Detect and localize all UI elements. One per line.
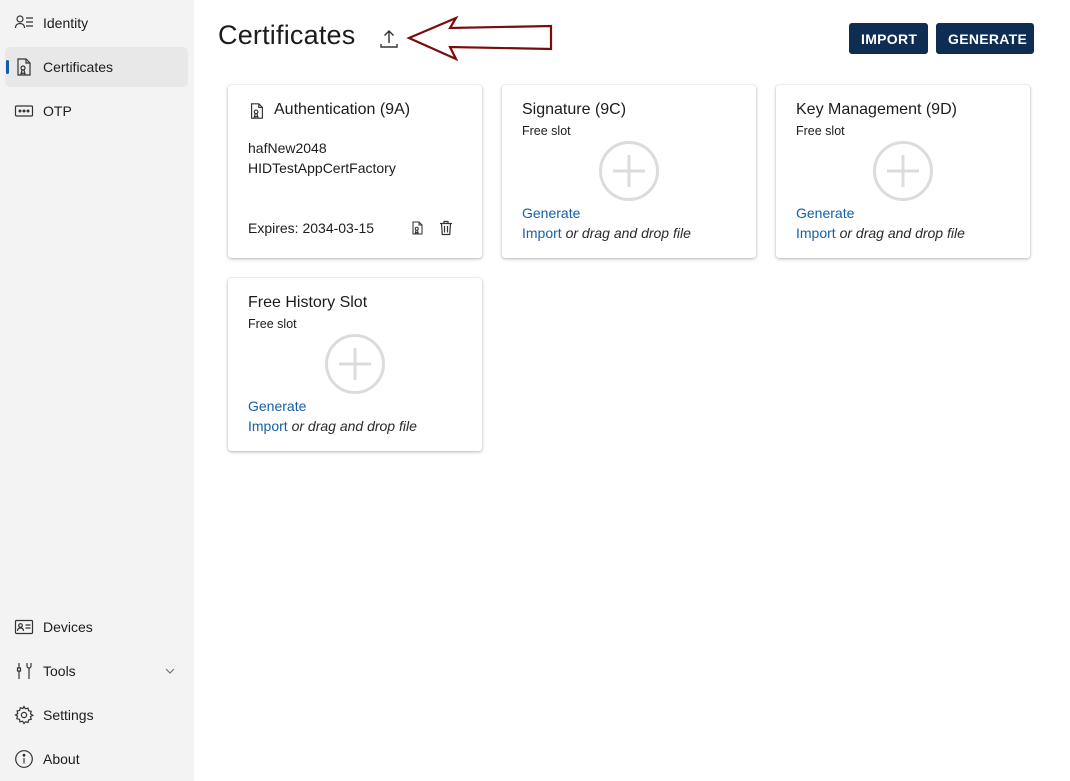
view-certificate-button[interactable]	[409, 219, 425, 237]
certificate-card-key-management[interactable]: Key Management (9D) Free slot Generate I…	[776, 85, 1030, 258]
certificate-expiry: Expires: 2034-03-15	[248, 220, 375, 236]
sidebar-item-label: About	[43, 751, 80, 767]
import-line: Import or drag and drop file	[796, 225, 965, 241]
certificate-card-signature[interactable]: Signature (9C) Free slot Generate Import…	[502, 85, 756, 258]
certificate-issuer: HIDTestAppCertFactory	[248, 160, 396, 176]
page-title: Certificates	[218, 20, 356, 50]
sidebar-item-label: OTP	[43, 103, 72, 119]
sidebar-item-label: Tools	[43, 663, 76, 679]
sidebar-item-certificates[interactable]: Certificates	[5, 47, 188, 87]
import-link[interactable]: Import	[248, 418, 288, 434]
sidebar-item-label: Identity	[43, 15, 89, 31]
certificate-subject: hafNew2048	[248, 140, 327, 156]
slot-status: Free slot	[522, 124, 571, 138]
sidebar-item-settings[interactable]: Settings	[5, 695, 188, 735]
info-icon	[14, 749, 34, 769]
card-title: Key Management (9D)	[796, 101, 957, 118]
identity-icon	[14, 13, 34, 33]
certificate-icon	[14, 57, 34, 77]
card-title: Signature (9C)	[522, 101, 627, 118]
add-circle-icon[interactable]	[598, 140, 660, 202]
certificate-icon	[248, 102, 266, 120]
sidebar-item-devices[interactable]: Devices	[5, 607, 188, 647]
delete-certificate-button[interactable]	[438, 219, 454, 237]
drag-drop-hint: or drag and drop file	[835, 225, 965, 241]
trash-icon	[440, 220, 452, 236]
slot-status: Free slot	[248, 317, 297, 331]
drag-drop-hint: or drag and drop file	[287, 418, 417, 434]
card-title: Free History Slot	[248, 294, 368, 311]
export-icon	[380, 30, 398, 48]
tools-icon	[14, 661, 34, 681]
otp-icon	[14, 101, 34, 121]
gear-icon	[14, 705, 34, 725]
chevron-down-icon	[162, 663, 178, 679]
import-link[interactable]: Import	[522, 225, 562, 241]
sidebar-item-about[interactable]: About	[5, 739, 188, 779]
generate-link[interactable]: Generate	[248, 398, 306, 414]
generate-link[interactable]: Generate	[522, 205, 580, 221]
certificate-card-authentication[interactable]: Authentication (9A) hafNew2048 HIDTestAp…	[228, 85, 482, 258]
add-circle-icon[interactable]	[324, 333, 386, 395]
import-link[interactable]: Import	[796, 225, 836, 241]
sidebar: Identity Certificates OTP Devices Tools …	[0, 0, 194, 781]
sidebar-item-label: Certificates	[43, 59, 114, 75]
import-button[interactable]: IMPORT	[849, 23, 928, 54]
generate-link[interactable]: Generate	[796, 205, 854, 221]
add-circle-icon[interactable]	[872, 140, 934, 202]
annotation-arrow-icon	[406, 16, 553, 62]
card-title: Authentication (9A)	[274, 101, 411, 118]
sidebar-item-tools[interactable]: Tools	[5, 651, 188, 691]
certificate-icon	[411, 221, 423, 235]
sidebar-item-label: Settings	[43, 707, 94, 723]
devices-icon	[14, 617, 34, 637]
slot-status: Free slot	[796, 124, 845, 138]
drag-drop-hint: or drag and drop file	[561, 225, 691, 241]
export-button[interactable]	[376, 26, 402, 52]
import-line: Import or drag and drop file	[248, 418, 417, 434]
generate-button[interactable]: GENERATE	[936, 23, 1034, 54]
certificate-card-history[interactable]: Free History Slot Free slot Generate Imp…	[228, 278, 482, 451]
import-line: Import or drag and drop file	[522, 225, 691, 241]
sidebar-item-identity[interactable]: Identity	[5, 3, 188, 43]
sidebar-item-label: Devices	[43, 619, 93, 635]
sidebar-item-otp[interactable]: OTP	[5, 91, 188, 131]
